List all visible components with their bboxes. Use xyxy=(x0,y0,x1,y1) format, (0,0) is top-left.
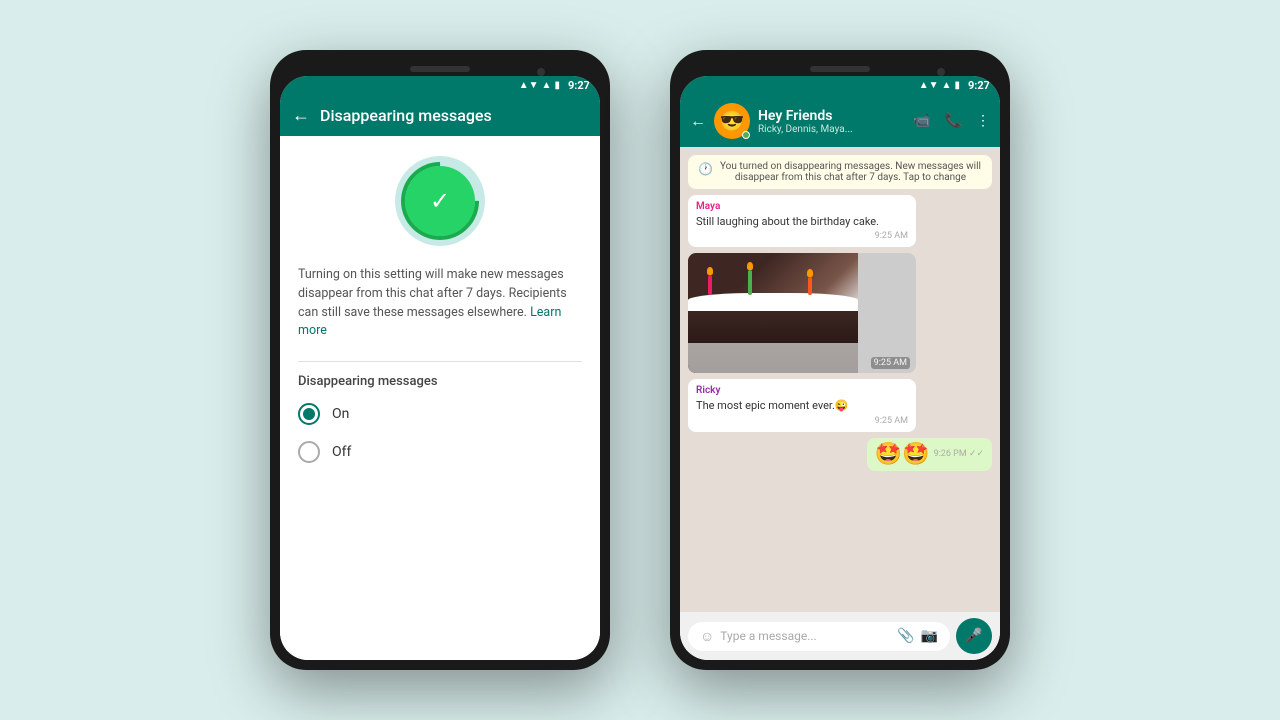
flame-1 xyxy=(707,267,713,275)
candle-3 xyxy=(808,277,812,295)
chat-header: ← 😎 Hey Friends Ricky, Dennis, Maya... 📹… xyxy=(680,95,1000,147)
sender-name-ricky: Ricky xyxy=(696,385,908,396)
mic-icon: 🎤 xyxy=(965,628,982,644)
status-icons-chat: ▲▼ ▲ ▮ xyxy=(919,80,960,91)
chat-back-arrow[interactable]: ← xyxy=(690,111,706,131)
message-input-area[interactable]: ☺ Type a message... 📎 📷 xyxy=(688,622,950,651)
message-text-maya: Still laughing about the birthday cake. xyxy=(696,214,908,229)
message-time-maya: 9:25 AM xyxy=(696,231,908,241)
radio-on[interactable] xyxy=(298,403,320,425)
signal-icon-chat: ▲ xyxy=(942,80,952,91)
scene: ▲▼ ▲ ▮ 9:27 ← Disappearing messages ✓ xyxy=(270,50,1010,670)
system-message[interactable]: 🕐 You turned on disappearing messages. N… xyxy=(688,155,992,189)
phone-speaker-2 xyxy=(810,66,870,72)
candle-2 xyxy=(748,270,752,295)
description-text: Turning on this setting will make new me… xyxy=(298,266,582,341)
phone-camera xyxy=(537,68,545,76)
wifi-icon-chat: ▲▼ xyxy=(919,80,939,91)
attach-icon[interactable]: 📎 xyxy=(897,628,914,644)
phone-top-bar-2 xyxy=(680,60,1000,76)
disappearing-header: ← Disappearing messages xyxy=(280,95,600,136)
emoji-time: 9:26 PM ✓✓ xyxy=(934,449,984,459)
chat-avatar: 😎 xyxy=(714,103,750,139)
radio-label-on: On xyxy=(332,406,349,422)
check-icon: ✓ xyxy=(430,187,450,215)
battery-icon: ▮ xyxy=(554,80,560,91)
message-maya: Maya Still laughing about the birthday c… xyxy=(688,195,916,247)
phone-camera-2 xyxy=(937,68,945,76)
chat-body: 🕐 You turned on disappearing messages. N… xyxy=(680,147,1000,612)
message-text-ricky: The most epic moment ever.😜 xyxy=(696,398,908,413)
sent-emoji-bubble: 🤩🤩 9:26 PM ✓✓ xyxy=(867,438,992,471)
phone-top-bar xyxy=(280,60,600,76)
cake-image xyxy=(688,253,858,373)
radio-label-off: Off xyxy=(332,444,351,460)
emoji-content: 🤩🤩 xyxy=(875,442,930,467)
video-call-icon[interactable]: 📹 xyxy=(913,113,930,129)
phone-chat: ▲▼ ▲ ▮ 9:27 ← 😎 Hey Friends Ricky, Denni… xyxy=(670,50,1010,670)
system-clock-icon: 🕐 xyxy=(698,162,713,176)
section-label: Disappearing messages xyxy=(298,374,582,389)
wifi-icon: ▲▼ xyxy=(519,80,539,91)
chat-group-name: Hey Friends xyxy=(758,108,905,124)
status-time-chat: 9:27 xyxy=(968,79,990,92)
chat-subtitle: Ricky, Dennis, Maya... xyxy=(758,124,905,135)
cream-drip xyxy=(688,343,858,373)
status-time-settings: 9:27 xyxy=(568,79,590,92)
phone-screen-chat: ▲▼ ▲ ▮ 9:27 ← 😎 Hey Friends Ricky, Denni… xyxy=(680,76,1000,660)
battery-icon-chat: ▮ xyxy=(954,80,960,91)
back-arrow-settings[interactable]: ← xyxy=(292,105,310,126)
phone-speaker xyxy=(410,66,470,72)
timer-circle: ✓ xyxy=(395,156,485,246)
radio-inner-on xyxy=(303,408,315,420)
flame-2 xyxy=(747,262,753,270)
radio-option-off[interactable]: Off xyxy=(298,441,582,463)
candle-1 xyxy=(708,275,712,295)
radio-off[interactable] xyxy=(298,441,320,463)
camera-icon[interactable]: 📷 xyxy=(921,628,938,644)
message-placeholder[interactable]: Type a message... xyxy=(720,629,891,643)
disappearing-title: Disappearing messages xyxy=(320,106,492,125)
system-message-text: You turned on disappearing messages. New… xyxy=(719,161,982,183)
online-dot xyxy=(742,131,750,139)
cake-cream-top xyxy=(688,293,858,311)
chat-info[interactable]: Hey Friends Ricky, Dennis, Maya... xyxy=(758,108,905,135)
emoji-input-icon[interactable]: ☺ xyxy=(700,628,714,645)
more-options-icon[interactable]: ⋮ xyxy=(976,113,990,129)
sender-name-maya: Maya xyxy=(696,201,908,212)
status-bar-settings: ▲▼ ▲ ▮ 9:27 xyxy=(280,76,600,95)
divider xyxy=(298,361,582,362)
phone-screen-settings: ▲▼ ▲ ▮ 9:27 ← Disappearing messages ✓ xyxy=(280,76,600,660)
message-time-ricky: 9:25 AM xyxy=(696,416,908,426)
disappearing-content: ✓ Turning on this setting will make new … xyxy=(280,136,600,660)
mic-button[interactable]: 🎤 xyxy=(956,618,992,654)
status-bar-chat: ▲▼ ▲ ▮ 9:27 xyxy=(680,76,1000,95)
status-icons: ▲▼ ▲ ▮ xyxy=(519,80,560,91)
image-bubble-cake: 9:25 AM xyxy=(688,253,916,373)
image-timestamp: 9:25 AM xyxy=(871,357,910,369)
message-ricky: Ricky The most epic moment ever.😜 9:25 A… xyxy=(688,379,916,431)
voice-call-icon[interactable]: 📞 xyxy=(945,113,962,129)
timer-inner: ✓ xyxy=(405,166,475,236)
signal-icon: ▲ xyxy=(542,80,552,91)
flame-3 xyxy=(807,269,813,277)
phone-settings: ▲▼ ▲ ▮ 9:27 ← Disappearing messages ✓ xyxy=(270,50,610,670)
chat-input-bar: ☺ Type a message... 📎 📷 🎤 xyxy=(680,612,1000,660)
radio-option-on[interactable]: On xyxy=(298,403,582,425)
chat-actions: 📹 📞 ⋮ xyxy=(913,113,990,129)
